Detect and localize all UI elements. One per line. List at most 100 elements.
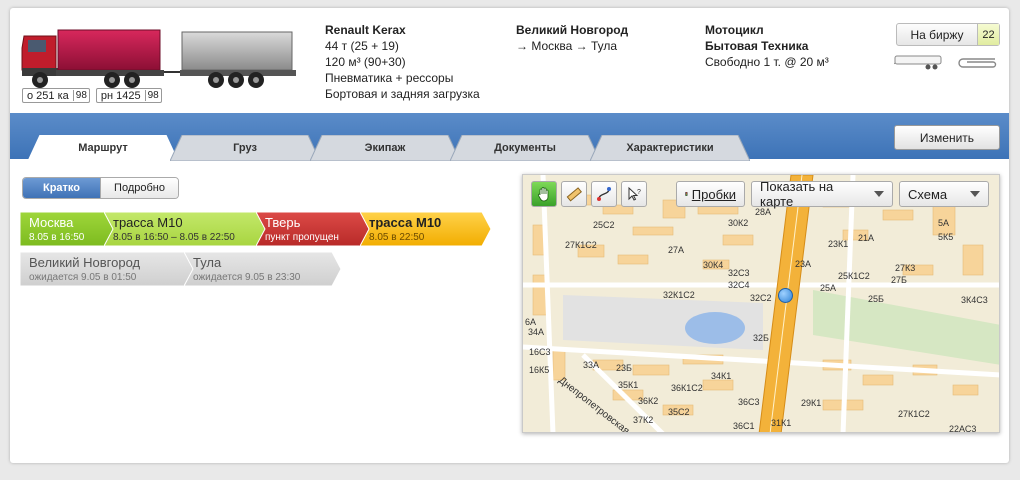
map-building-label: 31К1 (771, 418, 792, 428)
route-point-time: 8.05 в 22:50 (369, 232, 425, 243)
route-point-time: ожидается 9.05 в 23:30 (193, 272, 301, 283)
route-point[interactable]: трасса М10 8.05 в 22:50 (360, 212, 492, 246)
traffic-label: Пробки (691, 186, 736, 202)
drag-hand-tool[interactable] (531, 181, 557, 207)
to-exchange-button[interactable]: На биржу 22 (896, 23, 1000, 46)
cargo-title: Мотоцикл (705, 23, 764, 37)
tab-specs[interactable]: Характеристики (590, 135, 750, 161)
cargo-category: Бытовая Техника (705, 39, 809, 53)
map-building-label: 25С2 (593, 220, 615, 230)
map-building-label: 21А (858, 233, 875, 243)
route-point[interactable]: трасса М10 8.05 в 16:50 – 8.05 в 22:50 (104, 212, 274, 246)
cargo-capacity: Свободно 1 т. @ 20 м³ (705, 55, 829, 69)
license-plate-trailer: рн 1425 98 (95, 88, 162, 103)
view-detailed-button[interactable]: Подробно (100, 178, 178, 198)
route-point-name: Тула (193, 255, 222, 270)
chevron-down-icon (874, 191, 884, 197)
map-building-label: 23Б (616, 363, 632, 373)
vehicle-line: 120 м³ (90+30) (325, 55, 406, 69)
route-point-name: Москва (29, 215, 74, 230)
route-tool[interactable] (591, 181, 617, 207)
route-point-time: пункт пропущен (265, 232, 339, 243)
vehicle-line: 44 т (25 + 19) (325, 39, 399, 53)
map-building-label: 36К2 (638, 396, 659, 406)
tab-label: Груз (233, 142, 257, 154)
route-point-name: Тверь (265, 215, 301, 230)
map-building-label: 23К1 (828, 239, 849, 249)
tab-label: Экипаж (364, 142, 406, 154)
map-building-label: 23А (795, 259, 812, 269)
tab-route[interactable]: Маршрут (28, 135, 178, 161)
map-building-label: 27А (668, 245, 685, 255)
route-summary: → Москва → Тула (516, 39, 618, 53)
map-building-label: 5К5 (938, 232, 954, 242)
route-point-time: ожидается 9.05 в 01:50 (29, 272, 137, 283)
trailer-icon[interactable] (894, 54, 946, 70)
route-point-time: 8.05 в 16:50 – 8.05 в 22:50 (113, 232, 235, 243)
vehicle-line: Пневматика + рессоры (325, 71, 454, 85)
route-point-name: Великий Новгород (29, 255, 141, 270)
show-on-map-dropdown[interactable]: Показать на карте (751, 179, 893, 209)
map-building-label: 25А (820, 283, 837, 293)
tab-label: Характеристики (626, 142, 714, 154)
ruler-icon (566, 187, 582, 202)
map-building-label: 32С3 (728, 268, 750, 278)
map-building-label: 34А (528, 327, 545, 337)
map-building-label: 32К1С2 (663, 290, 695, 300)
edit-button[interactable]: Изменить (894, 125, 1000, 150)
route-point-name: трасса М10 (113, 215, 183, 230)
route-point[interactable]: Тула ожидается 9.05 в 23:30 (184, 252, 342, 286)
hand-icon (538, 187, 549, 202)
route-point[interactable]: Великий Новгород ожидается 9.05 в 01:50 (20, 252, 200, 286)
to-exchange-label: На биржу (910, 27, 964, 42)
vehicle-title: Renault Kerax (325, 23, 406, 37)
info-tool[interactable]: ? (621, 181, 647, 207)
cursor-question-icon: ? (628, 186, 641, 201)
show-on-map-label: Показать на карте (760, 179, 834, 209)
vehicle-location-pin[interactable] (778, 288, 793, 303)
map-layer-dropdown[interactable]: Схема (899, 181, 989, 207)
route-card: о 251 ка 98 рн 1425 98 Renault Kerax 44 … (10, 8, 1009, 463)
map-building-label: 5А (938, 218, 950, 228)
map-building-label: 32С2 (750, 293, 772, 303)
map[interactable]: 28А 30К2 25С2 27К1С2 27А 30К4 32С3 32К1С2 32С4 32… (522, 174, 1000, 433)
map-building-label: 27Б (891, 275, 907, 285)
map-building-label: 32С4 (728, 280, 750, 290)
svg-text:?: ? (637, 189, 641, 196)
map-building-label: 22АС3 (949, 424, 977, 433)
map-building-label: 37К2 (633, 415, 654, 425)
traffic-light-icon (685, 192, 688, 196)
map-building-label: 3К4С3 (961, 295, 988, 305)
map-building-label: 36С1 (733, 421, 755, 431)
location-info: Великий Новгород → Москва → Тула (516, 22, 628, 54)
traffic-button[interactable]: Пробки (676, 181, 745, 207)
route-point-time: 8.05 в 16:50 (29, 232, 85, 243)
paperclip-icon[interactable] (955, 56, 1001, 70)
map-building-label: 27К3 (895, 263, 916, 273)
exchange-count-badge: 22 (977, 24, 999, 45)
map-building-label: 27К1С2 (565, 240, 597, 250)
ruler-tool[interactable] (561, 181, 587, 207)
map-building-label: 36К1С2 (671, 383, 703, 393)
tab-label: Документы (494, 142, 556, 154)
route-icon (597, 187, 611, 201)
tab-cargo[interactable]: Груз (170, 135, 320, 161)
map-building-label: 25К1С2 (838, 271, 870, 281)
cargo-info: Мотоцикл Бытовая Техника Свободно 1 т. @… (705, 22, 829, 70)
map-building-label: 25Б (868, 294, 884, 304)
map-building-label: 30К2 (728, 218, 749, 228)
tab-label: Маршрут (78, 142, 128, 154)
map-building-label: 35К1 (618, 380, 639, 390)
view-short-button[interactable]: Кратко (23, 178, 100, 198)
current-location: Великий Новгород (516, 23, 629, 37)
map-building-label: 32Б (753, 333, 769, 343)
map-building-label: 27К1С2 (898, 409, 930, 419)
tab-crew[interactable]: Экипаж (310, 135, 460, 161)
map-building-label: 16С3 (529, 347, 551, 357)
map-building-label: 33А (583, 360, 600, 370)
map-building-label: 6А (525, 317, 537, 327)
map-building-label: 16К5 (529, 365, 550, 375)
map-building-label: 29К1 (801, 398, 822, 408)
tab-documents[interactable]: Документы (450, 135, 600, 161)
route-point-name: трасса М10 (369, 215, 442, 230)
